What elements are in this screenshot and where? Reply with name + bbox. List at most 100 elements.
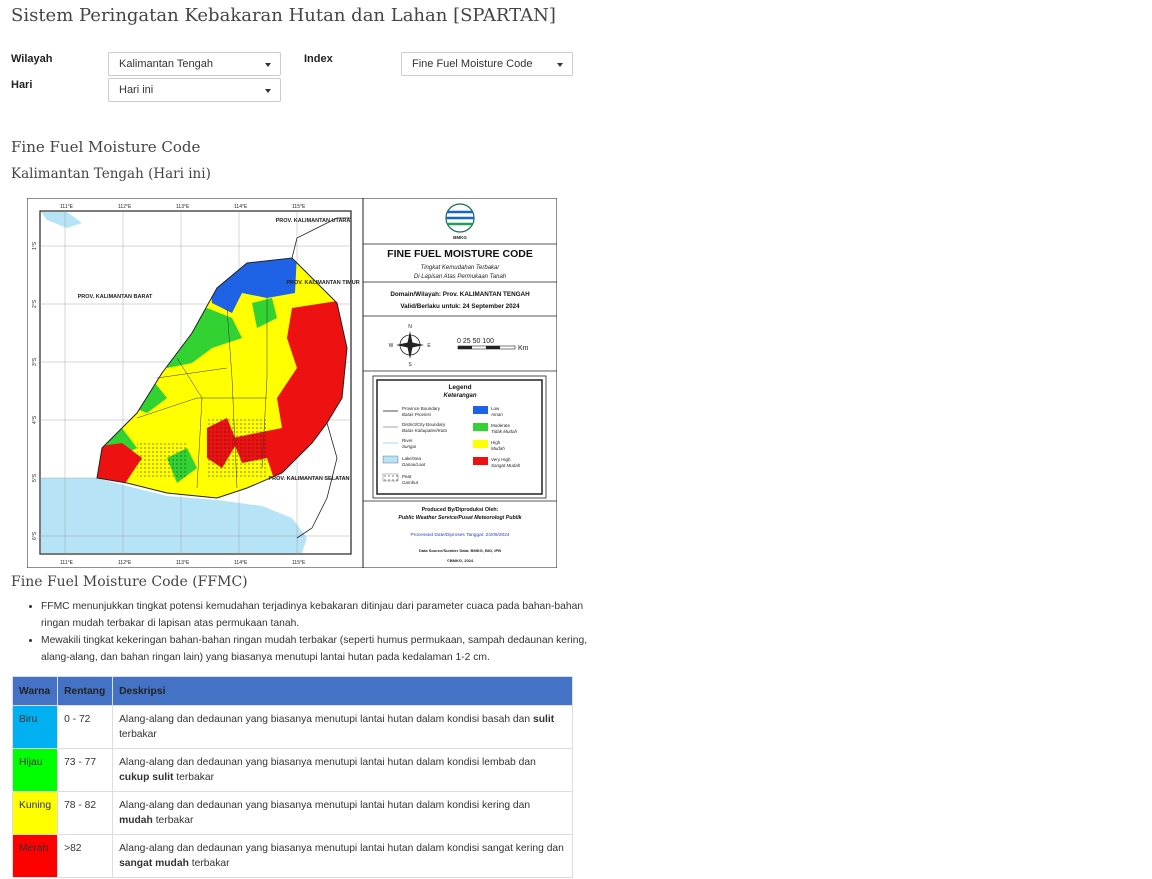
processed-date: Processed Date/Diproses Tanggal: 24/09/2… xyxy=(410,532,509,538)
legend-line-en: Province Boundary xyxy=(402,406,441,411)
province-label: PROV. KALIMANTAN TIMUR xyxy=(286,280,359,286)
table-header-row: Warna Rentang Deskripsi xyxy=(11,676,573,706)
range-cell: >82 xyxy=(57,834,114,878)
legend-line-id: Gambut xyxy=(402,480,419,485)
legend-class-id: Tidak Mudah xyxy=(491,429,517,434)
lat-tick: 4°S xyxy=(32,415,38,424)
description-text: terbakar xyxy=(173,772,215,783)
table-row: Hijau 73 - 77 Alang-alang dan dedaunan y… xyxy=(11,748,573,792)
color-cell: Biru xyxy=(11,705,59,749)
lon-tick: 115°E xyxy=(292,204,306,210)
lon-tick: 115°E xyxy=(292,560,306,566)
legend-class-id: Mudah xyxy=(491,446,505,451)
description-cell: Alang-alang dan dedaunan yang biasanya m… xyxy=(112,791,573,835)
map-subtitle: Tingkat Kemudahan Terbakar xyxy=(421,265,501,271)
lon-tick: 111°E xyxy=(60,560,74,566)
description-text: terbakar xyxy=(119,729,157,740)
province-label: PROV. KALIMANTAN BARAT xyxy=(78,294,153,300)
data-source: Data Source/Sumber Data: BMKG, BIG, IPB xyxy=(419,548,501,553)
hari-select-value: Hari ini xyxy=(119,84,154,96)
ffmc-legend-table: Warna Rentang Deskripsi Biru 0 - 72 Alan… xyxy=(11,676,573,878)
map-valid: Valid/Berlaku untuk: 24 September 2024 xyxy=(400,303,520,310)
description-cell: Alang-alang dan dedaunan yang biasanya m… xyxy=(112,705,573,749)
description-emphasis: cukup sulit xyxy=(119,772,174,783)
copyright: ©BMKG, 2024 xyxy=(447,558,474,563)
map-subtitle: Di Lapisan Atas Permukaan Tanah xyxy=(414,274,507,280)
legend-line-id: Danau/Laut xyxy=(402,462,426,467)
section-heading: Fine Fuel Moisture Code xyxy=(11,138,201,156)
produced-org: Public Weather Service/Pusat Meteorologi… xyxy=(398,515,522,521)
map-title: FINE FUEL MOISTURE CODE xyxy=(387,248,533,260)
table-row: Biru 0 - 72 Alang-alang dan dedaunan yan… xyxy=(11,705,573,749)
legend-class-en: High xyxy=(491,440,501,445)
chevron-down-icon xyxy=(265,89,271,93)
legend-line-en: District/City Boundary xyxy=(402,422,446,427)
legend-line-en: Lake/Sea xyxy=(402,456,422,461)
wilayah-select-value: Kalimantan Tengah xyxy=(119,58,213,70)
range-cell: 78 - 82 xyxy=(57,791,114,835)
legend-class-en: Very High xyxy=(491,457,511,462)
lon-tick: 114°E xyxy=(234,204,248,210)
table-row: Kuning 78 - 82 Alang-alang dan dedaunan … xyxy=(11,791,573,835)
description-text: terbakar xyxy=(188,858,230,869)
lat-tick: 5°S xyxy=(32,473,38,482)
column-header: Deskripsi xyxy=(112,676,573,706)
produced-by: Produced By/Diproduksi Oleh: xyxy=(422,507,499,513)
compass-label: N xyxy=(408,324,412,330)
province-label: PROV. KALIMANTAN SELATAN xyxy=(268,476,349,482)
ffmc-map-image: 111°E 112°E 113°E 114°E 115°E 111°E 112°… xyxy=(27,198,557,568)
hari-label: Hari xyxy=(11,79,33,91)
lat-tick: 2°S xyxy=(32,299,38,308)
legend-line-en: River xyxy=(402,438,413,443)
scale-unit: Km xyxy=(518,345,529,352)
column-header: Rentang xyxy=(57,676,114,706)
description-text: terbakar xyxy=(152,815,194,826)
lat-tick: 3°S xyxy=(32,357,38,366)
index-select-value: Fine Fuel Moisture Code xyxy=(412,58,533,70)
legend-class-en: Moderate xyxy=(491,423,511,428)
section-subheading: Kalimantan Tengah (Hari ini) xyxy=(11,166,211,182)
range-cell: 0 - 72 xyxy=(57,705,114,749)
range-cell: 73 - 77 xyxy=(57,748,114,792)
wilayah-select[interactable]: Kalimantan Tengah xyxy=(108,52,281,76)
description-cell: Alang-alang dan dedaunan yang biasanya m… xyxy=(112,748,573,792)
legend-line-id: Batas Kabupaten/Kota xyxy=(402,428,448,433)
color-cell: Kuning xyxy=(11,791,59,835)
wilayah-label: Wilayah xyxy=(11,53,53,65)
page-title: Sistem Peringatan Kebakaran Hutan dan La… xyxy=(11,5,556,26)
lat-tick: 6°S xyxy=(32,531,38,540)
description-emphasis: sulit xyxy=(532,714,555,725)
lon-tick: 114°E xyxy=(234,560,248,566)
legend-line-id: Batas Provinsi xyxy=(402,412,432,417)
color-cell: Hijau xyxy=(11,748,59,792)
description-text: Alang-alang dan dedaunan yang biasanya m… xyxy=(119,800,531,811)
column-header: Warna xyxy=(11,676,59,706)
lon-tick: 113°E xyxy=(176,204,190,210)
compass-label: W xyxy=(389,343,394,349)
legend-class-id: Aman xyxy=(490,412,503,417)
legend-line-en: Peat xyxy=(402,474,412,479)
lon-tick: 112°E xyxy=(118,560,132,566)
lon-tick: 113°E xyxy=(176,560,190,566)
description-text: Alang-alang dan dedaunan yang biasanya m… xyxy=(119,757,536,768)
bmkg-logo xyxy=(445,203,475,233)
legend-title: Legend xyxy=(448,384,471,391)
hari-select[interactable]: Hari ini xyxy=(108,78,281,102)
description-text: Alang-alang dan dedaunan yang biasanya m… xyxy=(119,843,564,854)
description-emphasis: mudah xyxy=(119,815,153,826)
map-domain: Domain/Wilayah: Prov. KALIMANTAN TENGAH xyxy=(390,291,530,298)
legend-class-en: Low xyxy=(491,406,500,411)
logo-text: BMKG xyxy=(453,235,467,240)
legend-class-id: Sangat Mudah xyxy=(491,463,521,468)
description-text: Alang-alang dan dedaunan yang biasanya m… xyxy=(119,714,533,725)
lon-tick: 111°E xyxy=(60,204,74,210)
list-item: Mewakili tingkat kekeringan bahan-bahan … xyxy=(41,632,601,666)
index-select[interactable]: Fine Fuel Moisture Code xyxy=(401,52,573,76)
chevron-down-icon xyxy=(557,63,563,67)
table-row: Merah >82 Alang-alang dan dedaunan yang … xyxy=(11,834,573,878)
list-item: FFMC menunjukkan tingkat potensi kemudah… xyxy=(41,598,601,632)
ffmc-notes: FFMC menunjukkan tingkat potensi kemudah… xyxy=(11,598,601,666)
color-cell: Merah xyxy=(11,834,59,878)
scale-text: 0 25 50 100 xyxy=(457,338,494,345)
chevron-down-icon xyxy=(265,63,271,67)
